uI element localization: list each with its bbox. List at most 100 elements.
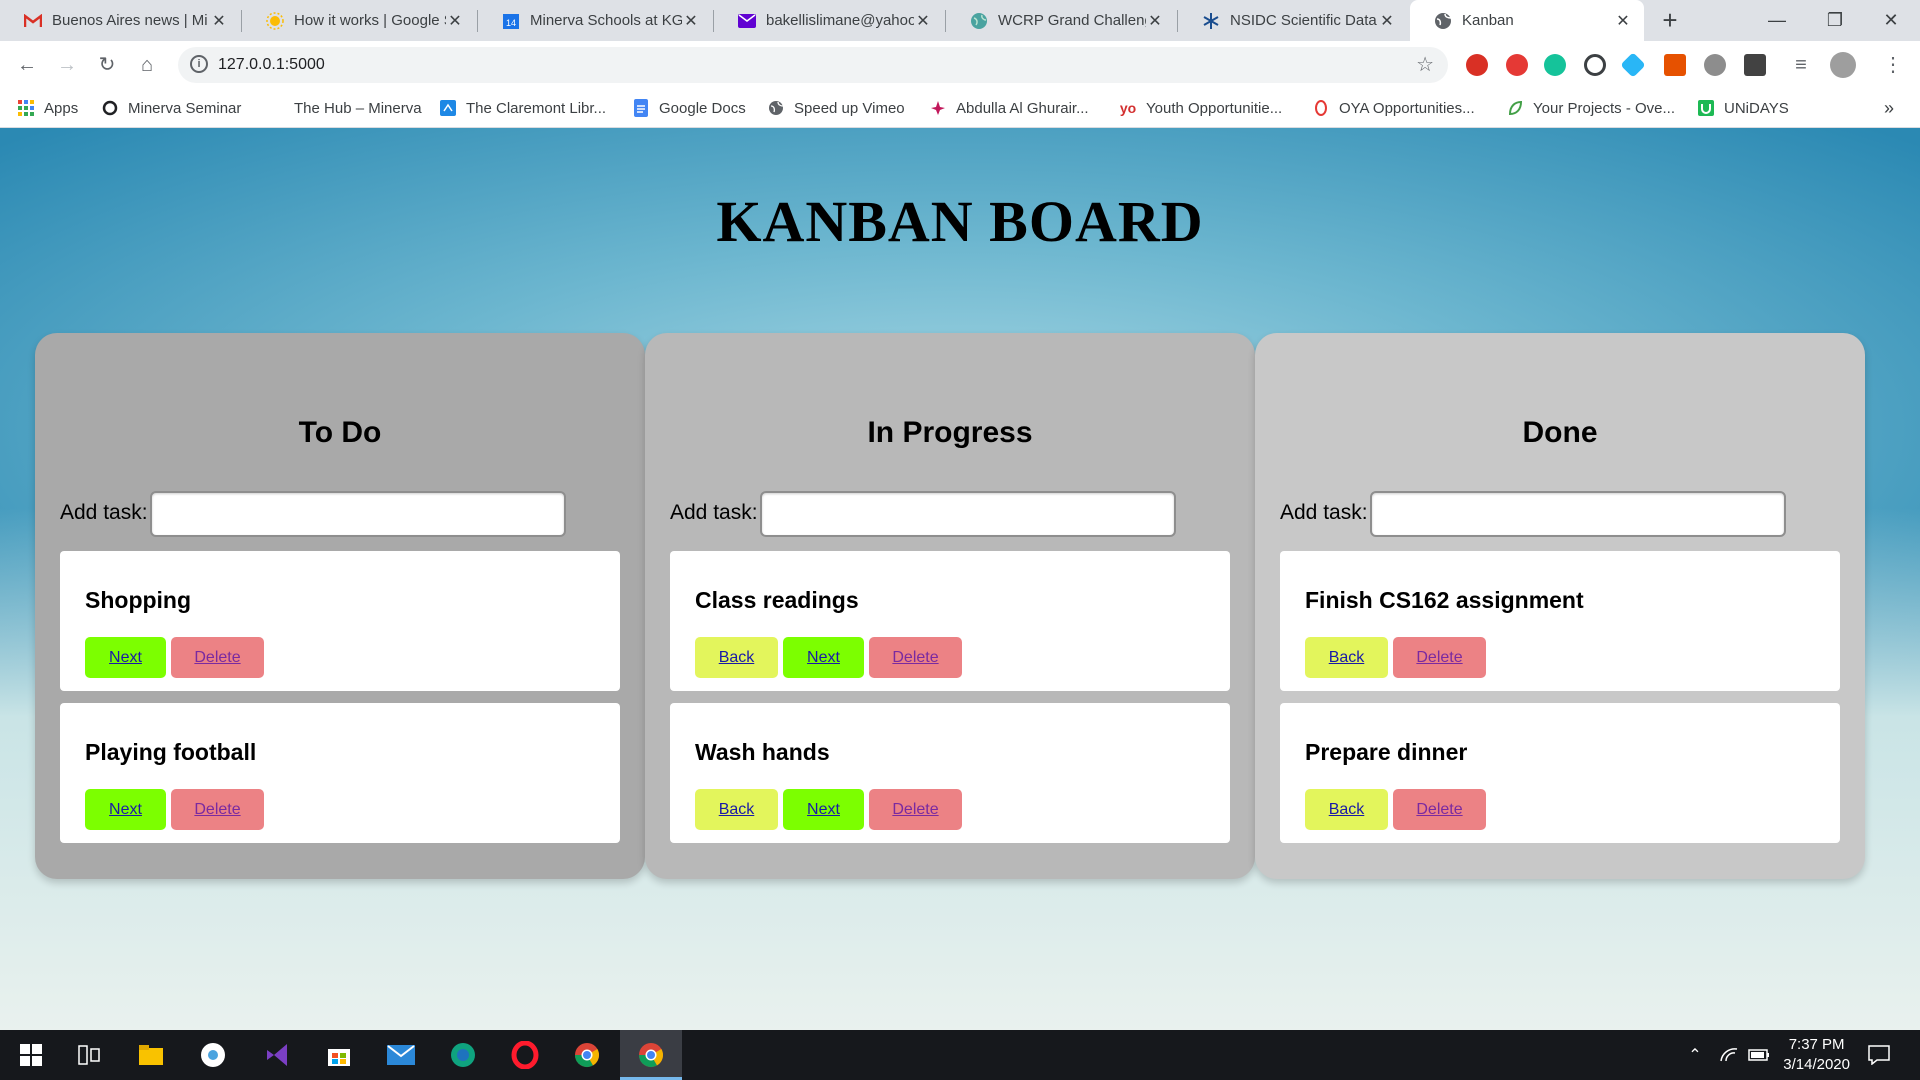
- diamond-extension-icon[interactable]: [1620, 52, 1646, 78]
- bookmark-label: Abdulla Al Ghurair...: [956, 99, 1089, 117]
- task-view-icon[interactable]: [74, 1040, 104, 1070]
- add-task-input[interactable]: [150, 491, 566, 537]
- minimize-button[interactable]: —: [1748, 0, 1806, 41]
- back-button[interactable]: Back: [1305, 789, 1388, 830]
- tab-4[interactable]: WCRP Grand Challenge ✕: [946, 0, 1176, 41]
- file-explorer-icon[interactable]: [136, 1040, 166, 1070]
- delete-button[interactable]: Delete: [869, 637, 962, 678]
- home-icon[interactable]: ⌂: [132, 50, 162, 80]
- bookmark-label: Youth Opportunitie...: [1146, 99, 1283, 117]
- tab-strip: Buenos Aires news | Mi ✕ How it works | …: [0, 0, 1920, 41]
- extension-gray-icon[interactable]: [1704, 54, 1726, 76]
- bookmark-youth-opportunities[interactable]: yo Youth Opportunitie...: [1120, 89, 1282, 127]
- column-in-progress: In Progress Add task: Class readings Bac…: [645, 333, 1255, 879]
- task-title: Prepare dinner: [1305, 739, 1468, 765]
- close-icon[interactable]: ✕: [914, 11, 932, 31]
- adblock-icon[interactable]: [1466, 54, 1488, 76]
- tab-5[interactable]: NSIDC Scientific Data S ✕: [1178, 0, 1408, 41]
- svg-text:14: 14: [506, 18, 516, 28]
- battery-icon[interactable]: [1744, 1040, 1774, 1070]
- ring-icon: [1313, 100, 1329, 116]
- bookmark-claremont-library[interactable]: The Claremont Libr...: [440, 89, 606, 127]
- next-button[interactable]: Next: [783, 637, 864, 678]
- forward-arrow-icon[interactable]: →: [52, 50, 82, 80]
- back-arrow-icon[interactable]: ←: [12, 50, 42, 80]
- bookmark-speed-up-vimeo[interactable]: Speed up Vimeo: [768, 89, 905, 127]
- opera-icon[interactable]: [510, 1040, 540, 1070]
- close-icon[interactable]: ✕: [1146, 11, 1164, 31]
- close-icon[interactable]: ✕: [1378, 11, 1396, 31]
- store-icon[interactable]: [324, 1040, 354, 1070]
- bookmark-google-docs[interactable]: Google Docs: [633, 89, 746, 127]
- visual-studio-icon[interactable]: [262, 1040, 292, 1070]
- system-clock[interactable]: 7:37 PM 3/14/2020: [1783, 1035, 1850, 1075]
- megaphone-icon[interactable]: [1664, 54, 1686, 76]
- close-icon[interactable]: ✕: [446, 11, 464, 31]
- notification-icon[interactable]: [1864, 1040, 1894, 1070]
- docs-icon: [633, 99, 649, 117]
- delete-button[interactable]: Delete: [171, 637, 264, 678]
- next-button[interactable]: Next: [85, 637, 166, 678]
- address-bar[interactable]: i 127.0.0.1:5000 ☆: [178, 47, 1448, 83]
- column-done: Done Add task: Finish CS162 assignment B…: [1255, 333, 1865, 879]
- taskbar: ⌃ 7:37 PM 3/14/2020: [0, 1030, 1920, 1080]
- info-icon[interactable]: i: [190, 55, 208, 73]
- back-button[interactable]: Back: [695, 789, 778, 830]
- kebab-menu-icon[interactable]: ⋮: [1878, 50, 1908, 80]
- next-button[interactable]: Next: [85, 789, 166, 830]
- bookmarks-overflow-button[interactable]: »: [1884, 89, 1894, 127]
- add-task-label: Add task:: [1280, 501, 1368, 524]
- close-window-button[interactable]: ✕: [1862, 0, 1920, 41]
- chromium-icon[interactable]: [198, 1040, 228, 1070]
- tab-0[interactable]: Buenos Aires news | Mi ✕: [0, 0, 240, 41]
- tab-active-kanban[interactable]: Kanban ✕: [1410, 0, 1644, 41]
- ring-extension-icon[interactable]: [1584, 54, 1606, 76]
- media-control-icon[interactable]: ≡: [1786, 50, 1816, 80]
- chrome-icon[interactable]: [636, 1040, 666, 1070]
- chrome-icon[interactable]: [572, 1040, 602, 1070]
- star-icon[interactable]: ☆: [1416, 52, 1434, 77]
- download-extension-icon[interactable]: [1744, 54, 1766, 76]
- bookmark-your-projects[interactable]: Your Projects - Ove...: [1507, 89, 1675, 127]
- bookmark-abdulla-al-ghurair[interactable]: Abdulla Al Ghurair...: [930, 89, 1089, 127]
- bookmark-the-hub[interactable]: The Hub – Minerva: [268, 89, 422, 127]
- back-button[interactable]: Back: [1305, 637, 1388, 678]
- chevron-up-icon[interactable]: ⌃: [1680, 1040, 1710, 1070]
- restore-button[interactable]: ❐: [1806, 0, 1864, 41]
- edge-beta-icon[interactable]: [448, 1040, 478, 1070]
- mail-app-icon[interactable]: [386, 1040, 416, 1070]
- column-title: To Do: [298, 416, 382, 449]
- extension-red-icon[interactable]: [1506, 54, 1528, 76]
- new-tab-button[interactable]: +: [1656, 6, 1684, 34]
- bookmark-oya-opportunities[interactable]: OYA Opportunities...: [1313, 89, 1475, 127]
- close-icon[interactable]: ✕: [210, 11, 228, 31]
- delete-button[interactable]: Delete: [869, 789, 962, 830]
- grammarly-icon[interactable]: [1544, 54, 1566, 76]
- tab-3[interactable]: bakellislimane@yahoo. ✕: [714, 0, 944, 41]
- bookmark-apps[interactable]: Apps: [18, 89, 78, 127]
- delete-button[interactable]: Delete: [1393, 637, 1486, 678]
- bookmark-unidays[interactable]: UNiDAYS: [1698, 89, 1789, 127]
- back-button[interactable]: Back: [695, 637, 778, 678]
- yo-icon: yo: [1119, 100, 1137, 116]
- avatar[interactable]: [1830, 52, 1856, 78]
- close-icon[interactable]: ✕: [1614, 11, 1632, 31]
- reload-icon[interactable]: ↻: [92, 50, 122, 80]
- column-title: In Progress: [867, 416, 1033, 449]
- delete-button[interactable]: Delete: [1393, 789, 1486, 830]
- delete-button[interactable]: Delete: [171, 789, 264, 830]
- bookmark-label: The Claremont Libr...: [466, 99, 607, 117]
- windows-start-icon[interactable]: [16, 1040, 46, 1070]
- bookmark-label: Apps: [44, 99, 79, 117]
- mail-icon: [738, 12, 756, 30]
- close-icon[interactable]: ✕: [682, 11, 700, 31]
- add-task-input[interactable]: [760, 491, 1176, 537]
- add-task-input[interactable]: [1370, 491, 1786, 537]
- tab-2[interactable]: 14 Minerva Schools at KGI ✕: [478, 0, 712, 41]
- bookmark-minerva-seminar[interactable]: Minerva Seminar: [102, 89, 241, 127]
- clock-time: 7:37 PM: [1788, 1036, 1845, 1053]
- next-button[interactable]: Next: [783, 789, 864, 830]
- tab-1[interactable]: How it works | Google S ✕: [242, 0, 476, 41]
- wifi-icon[interactable]: [1714, 1040, 1744, 1070]
- tab-label: How it works | Google S: [294, 12, 446, 29]
